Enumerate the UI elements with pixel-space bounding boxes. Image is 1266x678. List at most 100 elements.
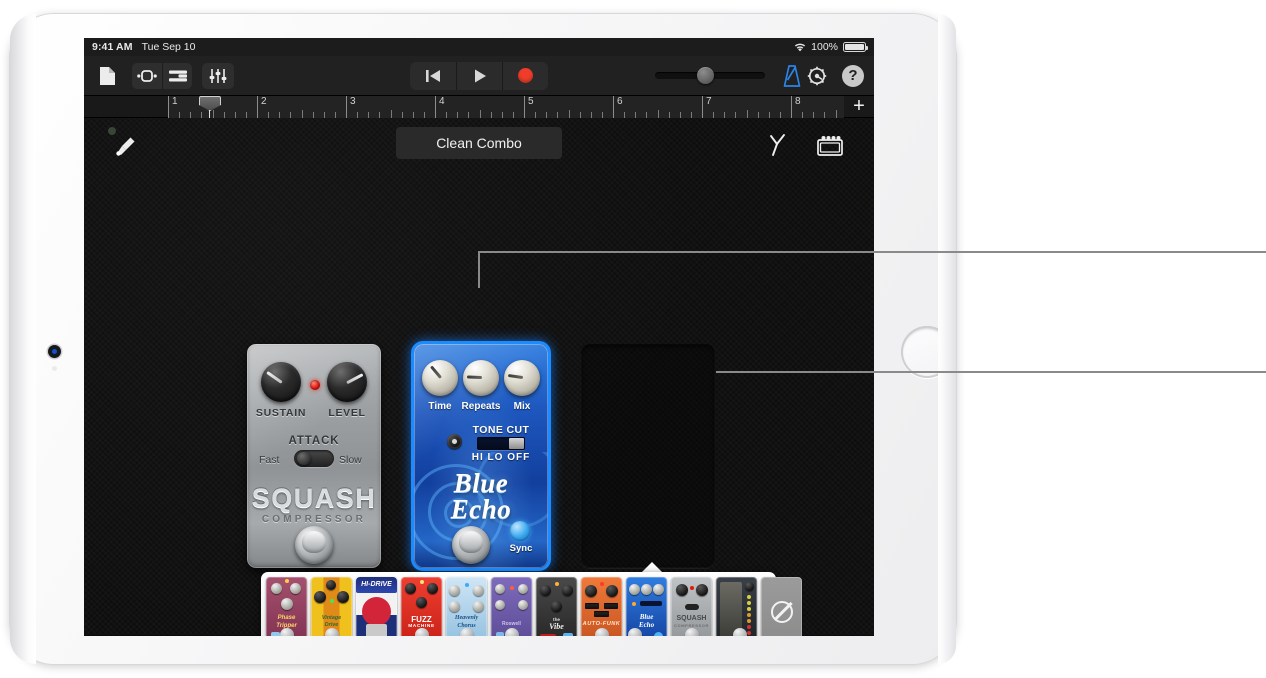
thumb-title: Heavenly: [454, 615, 479, 621]
amp-designer-icon[interactable]: [816, 133, 844, 157]
level-knob[interactable]: [327, 362, 367, 402]
time-knob[interactable]: [422, 360, 458, 396]
knob: [495, 600, 505, 610]
thumb-title: Blue: [639, 613, 654, 621]
ruler[interactable]: 1 2 3 4 5 6 7 8 +: [84, 96, 874, 118]
ruler-bar-label: 7: [706, 96, 712, 107]
empty-pedal-slot[interactable]: [581, 344, 715, 568]
knob: [416, 597, 427, 608]
attack-toggle-switch[interactable]: [294, 450, 334, 467]
instrument-input-icon[interactable]: [114, 134, 138, 158]
ipad-screen: 9:41 AM Tue Sep 10 100% ? 1 2 3 4 5 6 7 …: [84, 38, 874, 636]
led: [285, 579, 289, 583]
blue-echo-footswitch[interactable]: [452, 526, 490, 564]
wifi-icon: [794, 43, 806, 52]
mix-knob[interactable]: [504, 360, 540, 396]
ruler-tick: [835, 110, 837, 118]
switch: [640, 601, 662, 606]
led: [465, 583, 469, 587]
screenshot-root: 9:41 AM Tue Sep 10 100% ? 1 2 3 4 5 6 7 …: [0, 0, 1266, 678]
footswitch: [733, 628, 747, 636]
play-button[interactable]: [456, 61, 502, 90]
display: [540, 634, 556, 636]
callout-line-empty-slot: [716, 371, 1266, 373]
tone-jack-icon: [447, 434, 462, 449]
playhead[interactable]: [199, 96, 221, 118]
knob: [314, 591, 326, 603]
browser-item-auto-funk[interactable]: AUTO-FUNKAuto-Funk: [581, 577, 622, 636]
add-track-button[interactable]: +: [850, 96, 868, 116]
mixer-fx-icon[interactable]: [202, 62, 234, 89]
browser-item-no-pedal[interactable]: No Pedal: [761, 577, 802, 636]
sustain-knob-label: SUSTAIN: [255, 407, 307, 419]
thumb-title: FUZZ: [411, 615, 432, 624]
sync-label: Sync: [509, 543, 533, 554]
grille: [366, 624, 387, 636]
squash-footswitch[interactable]: [295, 526, 333, 564]
knob: [281, 598, 293, 610]
repeats-knob[interactable]: [463, 360, 499, 396]
led: [632, 602, 636, 606]
browser-item-vintage-drive[interactable]: VintageDriveVintage Drive: [311, 577, 352, 636]
transport-controls: [410, 61, 548, 90]
ruler-bar-6: 6: [613, 96, 623, 118]
status-date: Tue Sep 10: [141, 41, 196, 53]
pedal-squash-compressor[interactable]: SUSTAIN LEVEL ATTACK Fast Slow SQUASH CO…: [247, 344, 381, 568]
tracks-icon[interactable]: [162, 62, 192, 89]
gear-icon[interactable]: [806, 65, 828, 87]
footswitch: [628, 628, 642, 636]
browser-item-phase-tripper[interactable]: PhaseTripperPhase Tripper: [266, 577, 307, 636]
browser-item-hi-drive[interactable]: HI-DRIVEHi-Drive: [356, 577, 397, 636]
led: [420, 580, 424, 584]
footswitch: [324, 628, 339, 636]
browser-item-blue-echo[interactable]: BlueEchoBlue Echo: [626, 577, 667, 636]
ruler-bar-8: 8: [791, 96, 801, 118]
pedalboard-area: Clean Combo SUSTAIN LEVEL ATTACK Fast Sl…: [84, 118, 874, 636]
attack-fast-label: Fast: [259, 454, 280, 466]
footswitch: [414, 628, 429, 636]
knob: [585, 585, 597, 597]
knob: [540, 585, 551, 596]
patch-name-button[interactable]: Clean Combo: [396, 127, 562, 159]
browser-item-squash-compressor[interactable]: SQUASHCOMPRESSORSquash Compressor: [671, 577, 712, 636]
ruler-tick: [301, 110, 303, 118]
pedal-browser[interactable]: PhaseTripperPhase TripperVintageDriveVin…: [261, 572, 802, 636]
help-button[interactable]: ?: [842, 64, 864, 87]
led: [747, 601, 751, 605]
switch: [685, 604, 699, 610]
ruler-bar-label: 4: [439, 96, 445, 107]
browser-item-heavenly-chorus[interactable]: HeavenlyChorusHeavenly Chorus: [446, 577, 487, 636]
sync-led[interactable]: [510, 521, 530, 541]
tone-cut-switch[interactable]: [477, 437, 525, 450]
record-button[interactable]: [502, 61, 548, 90]
ruler-tick: [568, 110, 570, 118]
thumb-title: Vibe: [549, 622, 564, 631]
browser-item-roswell-chorus[interactable]: RoswellRoswell Chorus: [491, 577, 532, 636]
callout-line-repeats-knob: [478, 251, 1266, 253]
document-icon[interactable]: [94, 63, 120, 89]
thumb-title: SQUASH: [676, 615, 707, 622]
knob: [745, 582, 754, 591]
thumb-title: AUTO-FUNK: [582, 621, 621, 627]
metronome-icon[interactable]: [781, 64, 803, 88]
tuner-icon[interactable]: [766, 132, 790, 158]
ruler-bar-4: 4: [435, 96, 445, 118]
pedal-blue-echo[interactable]: Time Repeats Mix TONE CUT HI LO OFF Blue…: [414, 344, 548, 568]
knob: [405, 583, 416, 594]
knob: [495, 584, 505, 594]
sync-led: [654, 632, 663, 636]
sustain-knob[interactable]: [261, 362, 301, 402]
knob: [551, 601, 562, 612]
rewind-button[interactable]: [410, 62, 456, 90]
loop-view-icon[interactable]: [132, 63, 162, 89]
slot: [604, 603, 618, 609]
ruler-bars[interactable]: 1 2 3 4 5 6 7 8: [168, 96, 844, 118]
browser-item-the-vibe[interactable]: theVibethe Vibe: [536, 577, 577, 636]
browser-item-noise-gate[interactable]: Noise Gate: [716, 577, 757, 636]
ruler-tick: [746, 110, 748, 118]
browser-item-fuzz-machine[interactable]: FUZZMACHINEFuzz Machine: [401, 577, 442, 636]
knob: [696, 584, 708, 596]
led: [555, 582, 559, 586]
master-volume-slider[interactable]: [655, 67, 765, 84]
ruler-bar-label: 5: [528, 96, 534, 107]
